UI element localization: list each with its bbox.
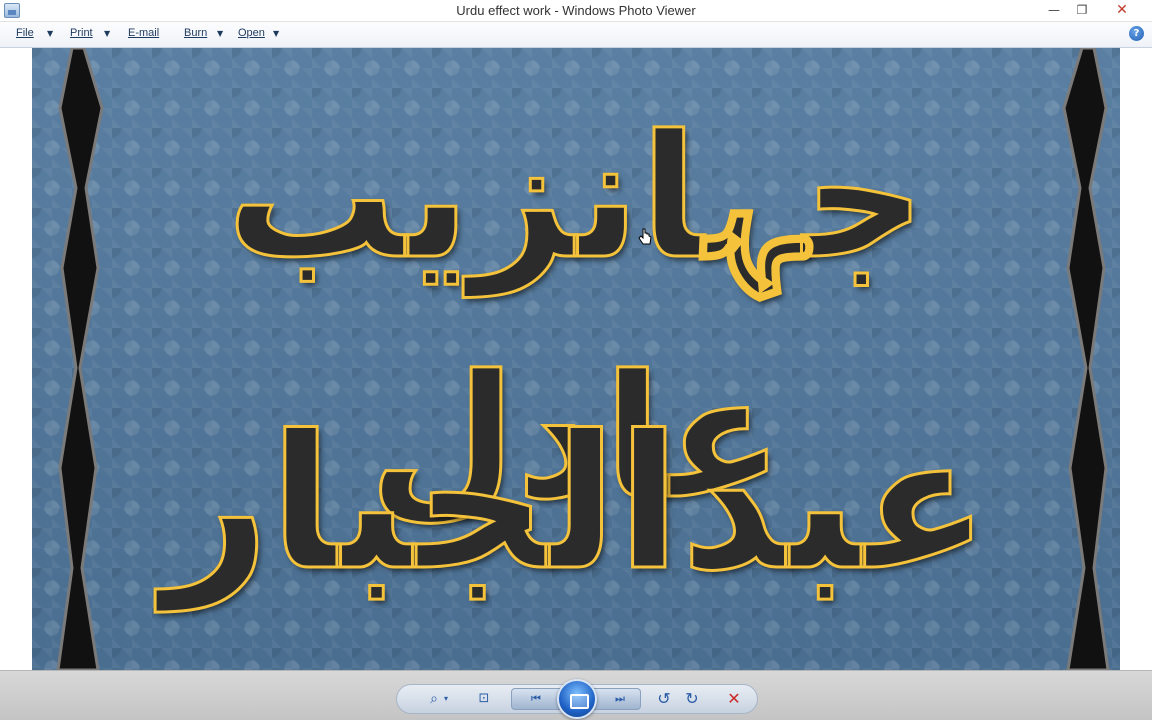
navigation-controls: ⌕ ▾ ⊡ ⏮ ⏭ ↺ ↻ ✕ xyxy=(396,679,758,719)
actual-size-icon[interactable]: ⊡ xyxy=(471,685,497,713)
menu-file[interactable]: File xyxy=(16,27,34,39)
menu-print[interactable]: Print xyxy=(70,27,93,39)
window-title: Urdu effect work - Windows Photo Viewer xyxy=(456,3,696,18)
menu-file-dropdown-icon[interactable]: ▼ xyxy=(47,29,53,38)
image-viewer-area: جہانزیب عادل عبدالجبار xyxy=(0,48,1152,670)
displayed-image: جہانزیب عادل عبدالجبار xyxy=(32,48,1120,670)
menu-open-dropdown-icon[interactable]: ▼ xyxy=(273,29,279,38)
urdu-text-line-2: عبدالجبار xyxy=(161,394,990,613)
menu-email[interactable]: E-mail xyxy=(128,27,159,39)
restore-button[interactable]: ❐ xyxy=(1068,0,1096,20)
minimize-button[interactable]: — xyxy=(1040,0,1068,20)
help-icon[interactable]: ? xyxy=(1129,26,1144,41)
menu-print-dropdown-icon[interactable]: ▼ xyxy=(104,29,110,38)
menu-burn-dropdown-icon[interactable]: ▼ xyxy=(217,29,223,38)
rotate-counterclockwise-icon[interactable]: ↺ xyxy=(653,685,675,713)
slideshow-button[interactable] xyxy=(557,679,597,719)
menu-burn[interactable]: Burn xyxy=(184,27,207,39)
bottom-toolbar: ⌕ ▾ ⊡ ⏮ ⏭ ↺ ↻ ✕ xyxy=(0,670,1152,720)
menu-open[interactable]: Open xyxy=(238,27,265,39)
delete-icon[interactable]: ✕ xyxy=(723,685,745,713)
hand-cursor-icon xyxy=(638,228,652,245)
close-button[interactable]: ✕ xyxy=(1100,0,1144,20)
zoom-dropdown-icon[interactable]: ▾ xyxy=(441,685,451,713)
rotate-clockwise-icon[interactable]: ↻ xyxy=(681,685,703,713)
previous-icon[interactable]: ⏮ xyxy=(523,685,549,713)
menu-bar: File ▼ Print ▼ E-mail Burn ▼ Open ▼ ? xyxy=(0,22,1152,48)
title-bar: Urdu effect work - Windows Photo Viewer … xyxy=(0,0,1152,22)
next-icon[interactable]: ⏭ xyxy=(607,685,633,713)
